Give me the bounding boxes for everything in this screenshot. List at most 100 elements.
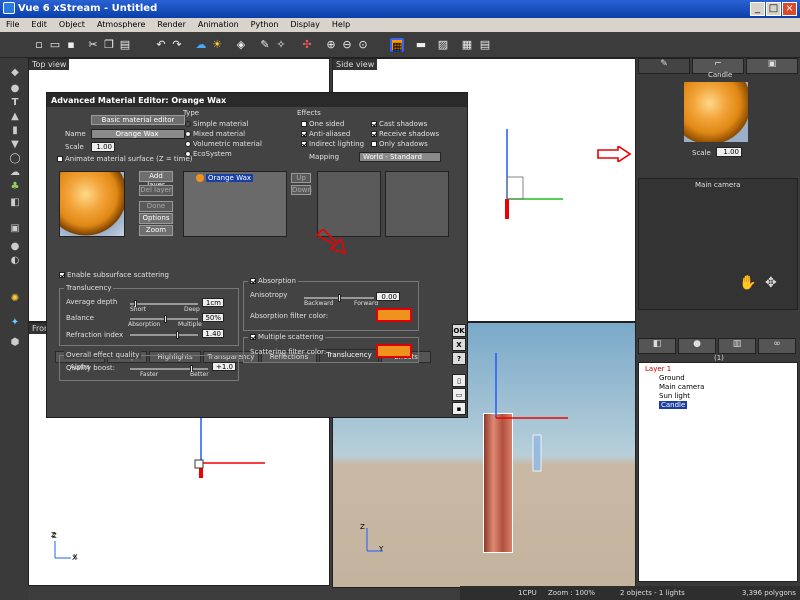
object-scale-field[interactable]: 1.00 [716,147,742,157]
menu-file[interactable]: File [0,18,25,29]
tree-layer1[interactable]: Layer 1 [645,365,671,373]
wind-tool-icon[interactable]: ✦ [8,316,22,329]
scattering-color-swatch[interactable] [376,344,412,358]
menu-atmosphere[interactable]: Atmosphere [91,18,151,29]
terrain-tool-icon[interactable]: ▲ [8,110,22,123]
boolean-tool-icon[interactable]: ◧ [8,196,22,209]
effect-one-sided[interactable]: One sided [301,120,344,128]
transform-icon[interactable]: ✣ [300,38,314,52]
close-button[interactable]: × [782,2,797,16]
tree-main-camera[interactable]: Main camera [659,383,704,391]
redo-icon[interactable]: ↷ [170,38,184,52]
menu-edit[interactable]: Edit [25,18,53,29]
minimize-button[interactable]: _ [750,2,765,16]
menu-display[interactable]: Display [284,18,326,29]
new-icon[interactable]: ▫ [32,38,46,52]
name-field[interactable]: Orange Wax [91,129,185,139]
done-button[interactable]: Done [139,201,173,212]
add-layer-button[interactable]: Add layer [139,171,173,189]
refraction-slider[interactable] [130,331,198,339]
select-tool-icon[interactable]: ◆ [8,66,22,79]
quality-field[interactable]: +1.0 [212,362,236,371]
light-tool-icon[interactable]: ✺ [8,292,22,305]
open-icon[interactable]: ▭ [48,38,62,52]
quality-slider[interactable] [130,365,208,373]
cylinder-tool-icon[interactable]: ▮ [8,124,22,137]
refraction-field[interactable]: 1.40 [202,329,224,338]
type-mixed[interactable]: Mixed material [185,130,245,138]
sky-icon[interactable]: ☁ [194,38,208,52]
menu-animation[interactable]: Animation [192,18,245,29]
save-material-icon[interactable]: ▪ [452,402,466,415]
sun-cloud-icon[interactable]: ☀ [210,38,224,52]
film-icon[interactable]: ▬ [414,38,428,52]
zoom-out-icon[interactable]: ⊖ [340,38,354,52]
layer-up-button[interactable]: Up [291,173,311,183]
absorption-color-swatch[interactable] [376,308,412,322]
paste-icon[interactable]: ▤ [118,38,132,52]
type-simple[interactable]: Simple material [185,120,248,128]
undo-icon[interactable]: ↶ [154,38,168,52]
zoom-fit-icon[interactable]: ⊙ [356,38,370,52]
tree-sun-light[interactable]: Sun light [659,392,690,400]
text-tool-icon[interactable]: T [8,96,22,109]
tab-links[interactable]: ∞ [758,338,796,354]
effect-cast-shadows[interactable]: Cast shadows [371,120,427,128]
material-icon[interactable]: ✧ [274,38,288,52]
tab-layers[interactable]: ◧ [638,338,676,354]
effect-receive-shadows[interactable]: Receive shadows [371,130,439,138]
help-button[interactable]: ? [452,352,466,365]
camera-move-icon[interactable]: ✥ [765,275,777,291]
animate-checkbox[interactable]: Animate material surface (Z = time) [57,155,192,163]
basic-editor-button[interactable]: Basic material editor [91,115,185,125]
mapping-select[interactable]: World - Standard [359,152,441,162]
open-folder-icon[interactable]: ▭ [452,388,466,401]
tree-candle[interactable]: Candle [659,401,688,409]
copy-icon[interactable]: ❐ [102,38,116,52]
balance-field[interactable]: 50% [202,313,224,322]
balance-slider-thumb[interactable] [164,315,167,323]
menu-help[interactable]: Help [326,18,356,29]
object-icon[interactable]: ◈ [234,38,248,52]
avg-depth-slider[interactable] [130,300,198,308]
ok-button[interactable]: OK [452,324,466,337]
zoom-in-icon[interactable]: ⊕ [324,38,338,52]
options-button[interactable]: Options [139,213,173,224]
wand-icon[interactable]: ✎ [258,38,272,52]
enable-sss-checkbox[interactable]: Enable subsurface scattering [59,271,169,279]
type-ecosystem[interactable]: EcoSystem [185,150,232,158]
cancel-button[interactable]: X [452,338,466,351]
zoom-button[interactable]: Zoom [139,225,173,236]
camera-hand-icon[interactable]: ✋ [739,275,756,291]
effect-indirect-lighting[interactable]: Indirect lighting [301,140,364,148]
group-tool-icon[interactable]: ▣ [8,222,22,235]
effect-only-shadows[interactable]: Only shadows [371,140,428,148]
plant-tool-icon[interactable]: ♣ [8,180,22,193]
cloud-tool-icon[interactable]: ☁ [8,166,22,179]
effect-anti-aliased[interactable]: Anti-aliased [301,130,350,138]
grid-icon[interactable]: ▦ [460,38,474,52]
tab-aspect[interactable]: ✎ [638,58,690,74]
layer-item-orange-wax[interactable]: Orange Wax [206,174,253,182]
scale-field[interactable]: 1.00 [91,142,115,152]
type-volumetric[interactable]: Volumetric material [185,140,262,148]
layer-down-button[interactable]: Down [291,185,312,195]
menu-object[interactable]: Object [53,18,91,29]
tab-animation[interactable]: ▣ [746,58,798,74]
del-layer-button[interactable]: Del layer [139,185,173,196]
torus-tool-icon[interactable]: ◯ [8,152,22,165]
mult-title-box[interactable]: Multiple scattering [248,333,326,341]
render-icon[interactable]: ▦ [390,38,404,53]
absorption-title-box[interactable]: Absorption [248,277,298,285]
anisotropy-field[interactable]: 0.00 [376,292,400,301]
anisotropy-slider[interactable] [304,294,374,302]
tab-objects[interactable]: ▥ [718,338,756,354]
menu-render[interactable]: Render [151,18,191,29]
balance-slider[interactable] [130,315,198,323]
camera-tool-icon[interactable]: ◐ [8,254,22,267]
save-icon[interactable]: ▪ [64,38,78,52]
tab-materials[interactable]: ● [678,338,716,354]
menu-python[interactable]: Python [245,18,285,29]
cut-icon[interactable]: ✂ [86,38,100,52]
tree-ground[interactable]: Ground [659,374,685,382]
